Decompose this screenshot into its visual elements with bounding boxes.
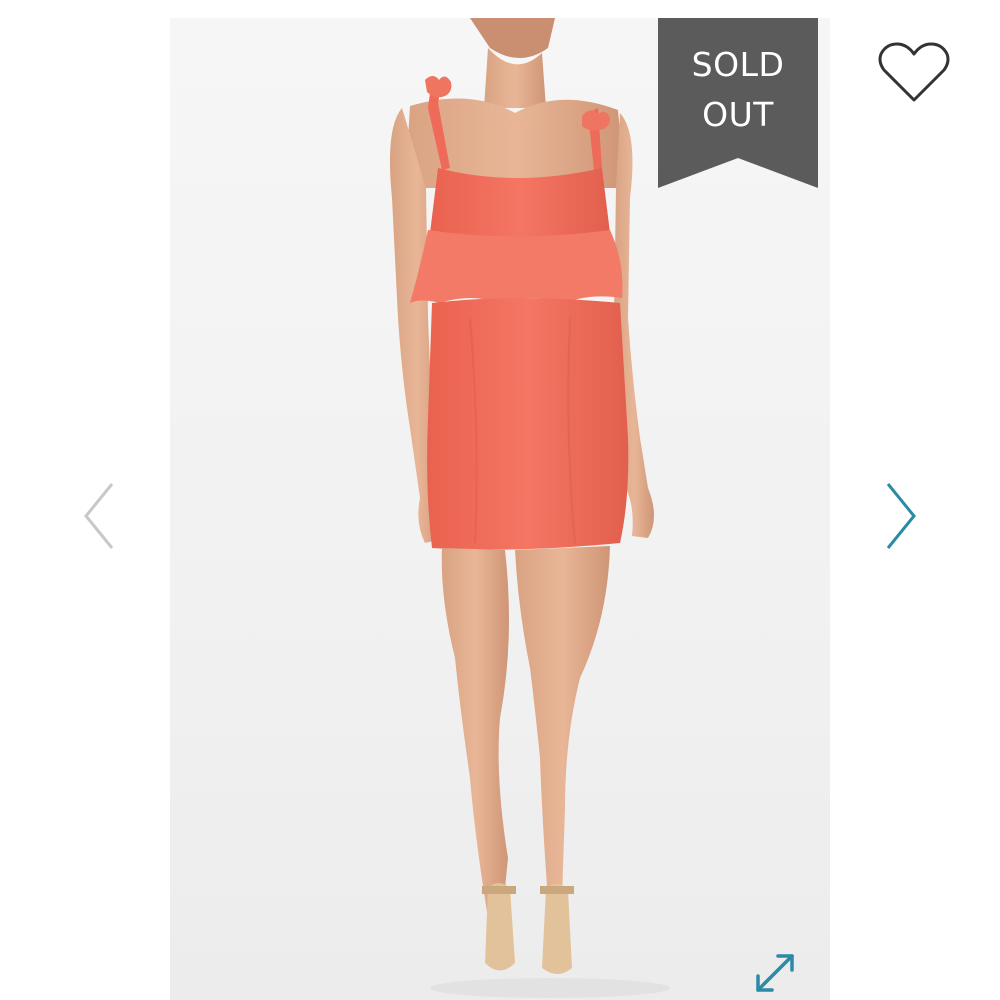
sold-out-line-1: SOLD — [691, 45, 785, 84]
previous-image-button[interactable] — [74, 478, 124, 554]
sold-out-badge: SOLD OUT — [658, 18, 818, 188]
next-image-button[interactable] — [876, 478, 926, 554]
favorite-button[interactable] — [876, 38, 952, 106]
expand-image-button[interactable] — [748, 948, 802, 998]
sold-out-label: SOLD OUT — [658, 40, 818, 140]
product-image-viewer: SOLD OUT — [0, 0, 1000, 1000]
heart-outline-icon — [878, 42, 950, 102]
sold-out-line-2: OUT — [702, 95, 774, 134]
chevron-left-icon — [84, 483, 114, 549]
expand-arrows-icon — [756, 954, 794, 992]
chevron-right-icon — [886, 483, 916, 549]
